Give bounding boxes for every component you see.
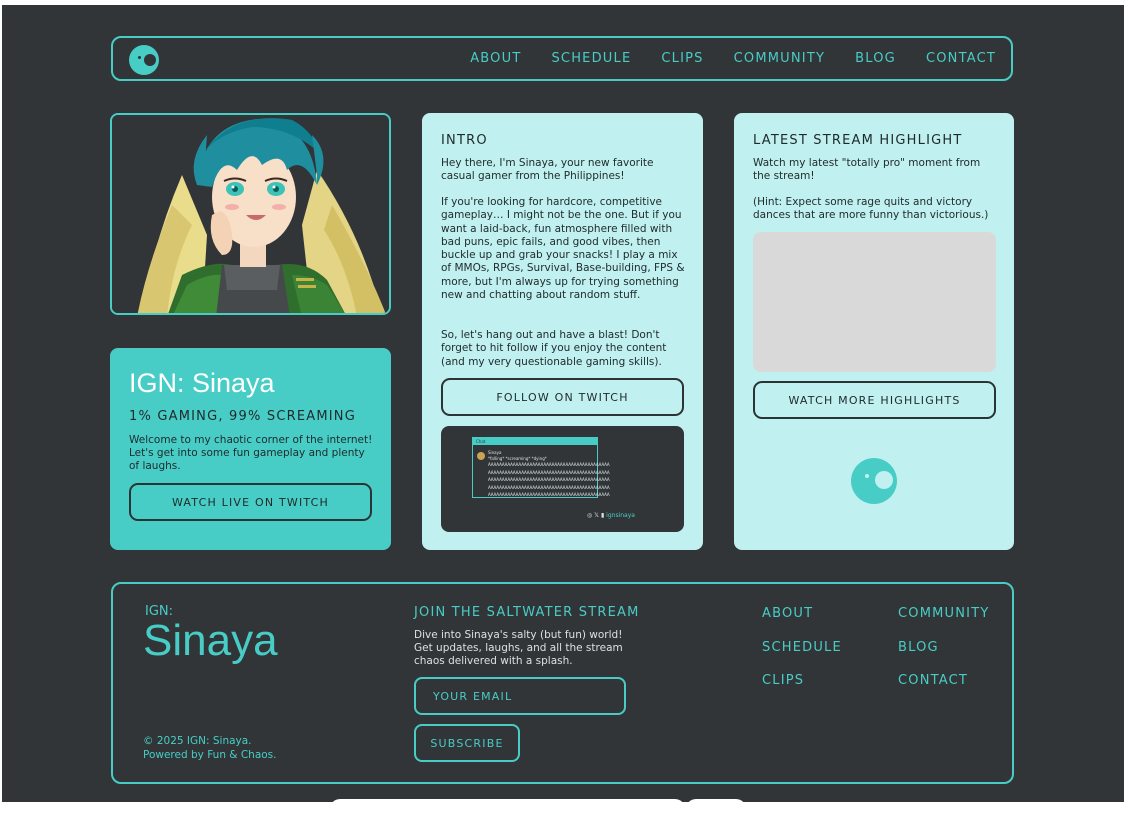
intro-card: INTRO Hey there, I'm Sinaya, your new fa…: [422, 113, 703, 550]
footer-link-schedule[interactable]: SCHEDULE: [762, 640, 842, 655]
nav-link-about[interactable]: ABOUT: [470, 51, 521, 66]
scream-line: AAAAAAAAAAAAAAAAAAAAAAAAAAAAAAAAAAAAAAAA…: [488, 478, 610, 483]
footer-link-contact[interactable]: CONTACT: [898, 673, 968, 688]
bottom-overlay-tab: [330, 799, 685, 819]
footer-copyright: © 2025 IGN: Sinaya. Powered by Fun & Cha…: [143, 735, 277, 762]
profile-tagline: 1% GAMING, 99% SCREAMING: [129, 409, 356, 424]
watch-live-button[interactable]: WATCH LIVE ON TWITCH: [129, 483, 372, 521]
footer-link-blog[interactable]: BLOG: [898, 640, 939, 655]
nav-link-community[interactable]: COMMUNITY: [734, 51, 826, 66]
intro-paragraph-3: So, let's hang out and have a blast! Don…: [441, 329, 667, 368]
x-icon: 𝕏: [594, 512, 600, 519]
avatar-portrait: [110, 113, 391, 315]
top-nav: ABOUT SCHEDULE CLIPS COMMUNITY BLOG CONT…: [111, 36, 1013, 81]
highlight-paragraph-2: (Hint: Expect some rage quits and victor…: [753, 196, 989, 222]
profile-description: Welcome to my chaotic corner of the inte…: [129, 434, 373, 472]
highlight-video-placeholder[interactable]: [753, 232, 996, 372]
scream-line: AAAAAAAAAAAAAAAAAAAAAAAAAAAAAAAAAAAAAAAA…: [488, 485, 610, 491]
nav-link-contact[interactable]: CONTACT: [926, 51, 996, 66]
nav-link-schedule[interactable]: SCHEDULE: [551, 51, 631, 66]
scream-line: AAAAAAAAAAAAAAAAAAAAAAAAAAAAAAAAAAAAAAAA…: [488, 493, 610, 498]
powered-by-text: Powered by Fun & Chaos.: [143, 748, 277, 761]
subscribe-button[interactable]: SUBSCRIBE: [414, 724, 520, 762]
scream-line: AAAAAAAAAAAAAAAAAAAAAAAAAAAAAAAAAAAAAAAA…: [488, 470, 610, 476]
newsletter-description: Dive into Sinaya's salty (but fun) world…: [414, 629, 623, 667]
email-field[interactable]: [414, 677, 626, 715]
bottom-overlay-tab: [686, 799, 746, 819]
intro-paragraph-2: If you're looking for hardcore, competit…: [441, 196, 685, 302]
chat-title: Chat: [473, 438, 597, 445]
chat-avatar: [477, 452, 485, 460]
nav-links: ABOUT SCHEDULE CLIPS COMMUNITY BLOG CONT…: [470, 38, 996, 79]
footer-link-community[interactable]: COMMUNITY: [898, 606, 990, 621]
chat-message: *falling* *screaming* *dying*: [488, 456, 547, 461]
newsletter-heading: JOIN THE SALTWATER STREAM: [414, 605, 640, 620]
watch-highlights-button[interactable]: WATCH MORE HIGHLIGHTS: [753, 381, 996, 419]
chat-user: Sinaya *falling* *screaming* *dying*: [488, 450, 547, 462]
intro-paragraph-1: Hey there, I'm Sinaya, your new favorite…: [441, 157, 654, 183]
clip-thumbnail[interactable]: Chat Sinaya *falling* *screaming* *dying…: [441, 426, 684, 532]
twitch-icon: ▮: [600, 512, 605, 519]
copyright-text: © 2025 IGN: Sinaya.: [143, 735, 252, 747]
chat-username: Sinaya: [488, 450, 502, 455]
chat-scream-lines: AAAAAAAAAAAAAAAAAAAAAAAAAAAAAAAAAAAAAAAA…: [488, 462, 610, 500]
instagram-icon: ◎: [587, 512, 593, 519]
profile-title: IGN: Sinaya: [129, 368, 275, 398]
nav-link-blog[interactable]: BLOG: [855, 51, 896, 66]
nav-link-clips[interactable]: CLIPS: [661, 51, 703, 66]
intro-heading: INTRO: [441, 133, 488, 148]
highlight-paragraph-1: Watch my latest "totally pro" moment fro…: [753, 157, 981, 183]
follow-twitch-button[interactable]: FOLLOW ON TWITCH: [441, 378, 684, 416]
footer-link-clips[interactable]: CLIPS: [762, 673, 804, 688]
anime-avatar-illustration: [112, 115, 389, 313]
highlight-heading: LATEST STREAM HIGHLIGHT: [753, 133, 963, 148]
footer-brand-name: Sinaya: [143, 616, 278, 665]
social-handle: ignsinaya: [606, 512, 635, 519]
footer-link-about[interactable]: ABOUT: [762, 606, 813, 621]
profile-card: IGN: Sinaya 1% GAMING, 99% SCREAMING Wel…: [110, 348, 391, 550]
scream-line: AAAAAAAAAAAAAAAAAAAAAAAAAAAAAAAAAAAAAAAA…: [488, 463, 610, 468]
chat-window: Chat Sinaya *falling* *screaming* *dying…: [472, 437, 610, 498]
highlight-card: LATEST STREAM HIGHLIGHT Watch my latest …: [734, 113, 1014, 550]
logo-icon: [851, 458, 897, 504]
page-background: ABOUT SCHEDULE CLIPS COMMUNITY BLOG CONT…: [2, 5, 1124, 802]
footer: IGN: Sinaya © 2025 IGN: Sinaya. Powered …: [111, 582, 1014, 784]
logo-icon[interactable]: [129, 45, 159, 75]
social-row: ◎ 𝕏 ▮ ignsinaya: [587, 512, 635, 519]
